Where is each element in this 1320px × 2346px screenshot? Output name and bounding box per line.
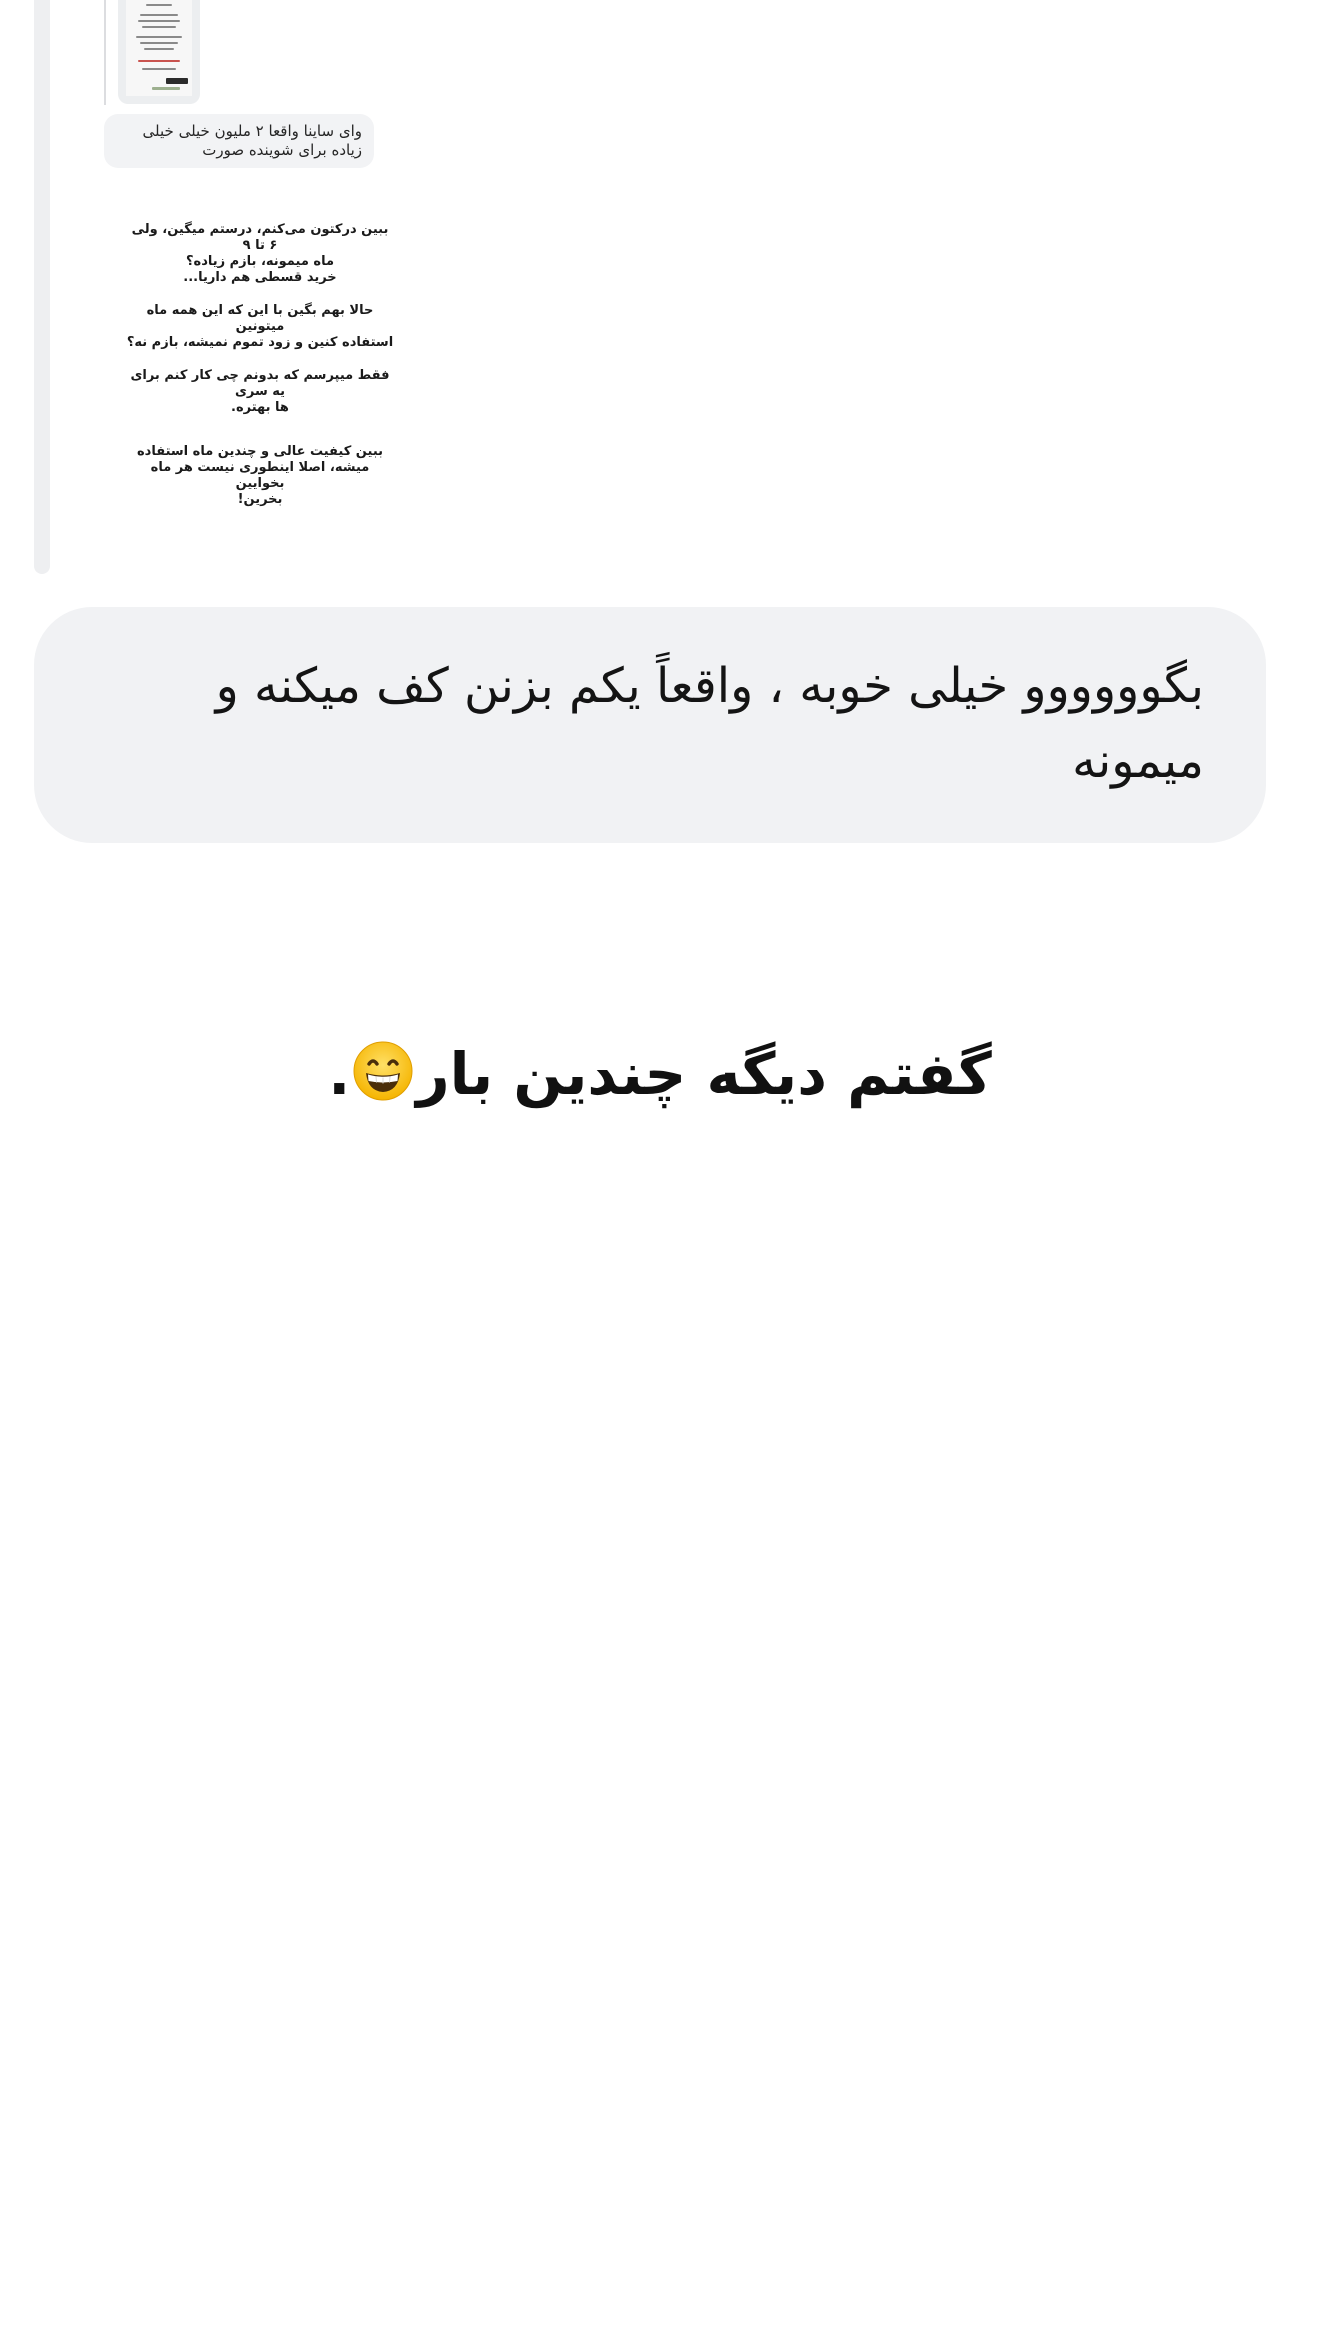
incoming-message-bubble[interactable]: بگوووووو خیلی خوبه ، واقعاً یکم بزنن کف … xyxy=(34,607,1266,843)
story-thumbnail[interactable] xyxy=(118,0,200,104)
story-line: ببین درکتون می‌کنم، درستم میگین، ولی ۶ ت… xyxy=(131,222,389,285)
quoted-story[interactable]: وای ساینا واقعا ۲ ملیون خیلی خیلی زیاده … xyxy=(104,0,393,507)
quoted-message-caption: وای ساینا واقعا ۲ ملیون خیلی خیلی زیاده … xyxy=(104,114,374,168)
thumbnail-image xyxy=(126,0,192,96)
story-line: ببین کیفیت عالی و چندین ماه استفاده میشه… xyxy=(136,444,384,507)
story-caption: گفتم دیگه چندین بار . xyxy=(0,1034,1320,1114)
grinning-face-icon xyxy=(352,1040,414,1102)
reply-thread-bar xyxy=(34,0,50,574)
caption-text: گفتم دیگه چندین بار xyxy=(416,1040,992,1108)
caption-period: . xyxy=(328,1040,351,1108)
quote-divider xyxy=(104,0,106,105)
story-text-block: ببین درکتون می‌کنم، درستم میگین، ولی ۶ ت… xyxy=(126,222,394,525)
story-line: فقط میپرسم که بدونم چی کار کنم برای یه س… xyxy=(130,368,390,415)
story-line: حالا بهم بگین با این که این همه ماه میتو… xyxy=(126,303,394,350)
